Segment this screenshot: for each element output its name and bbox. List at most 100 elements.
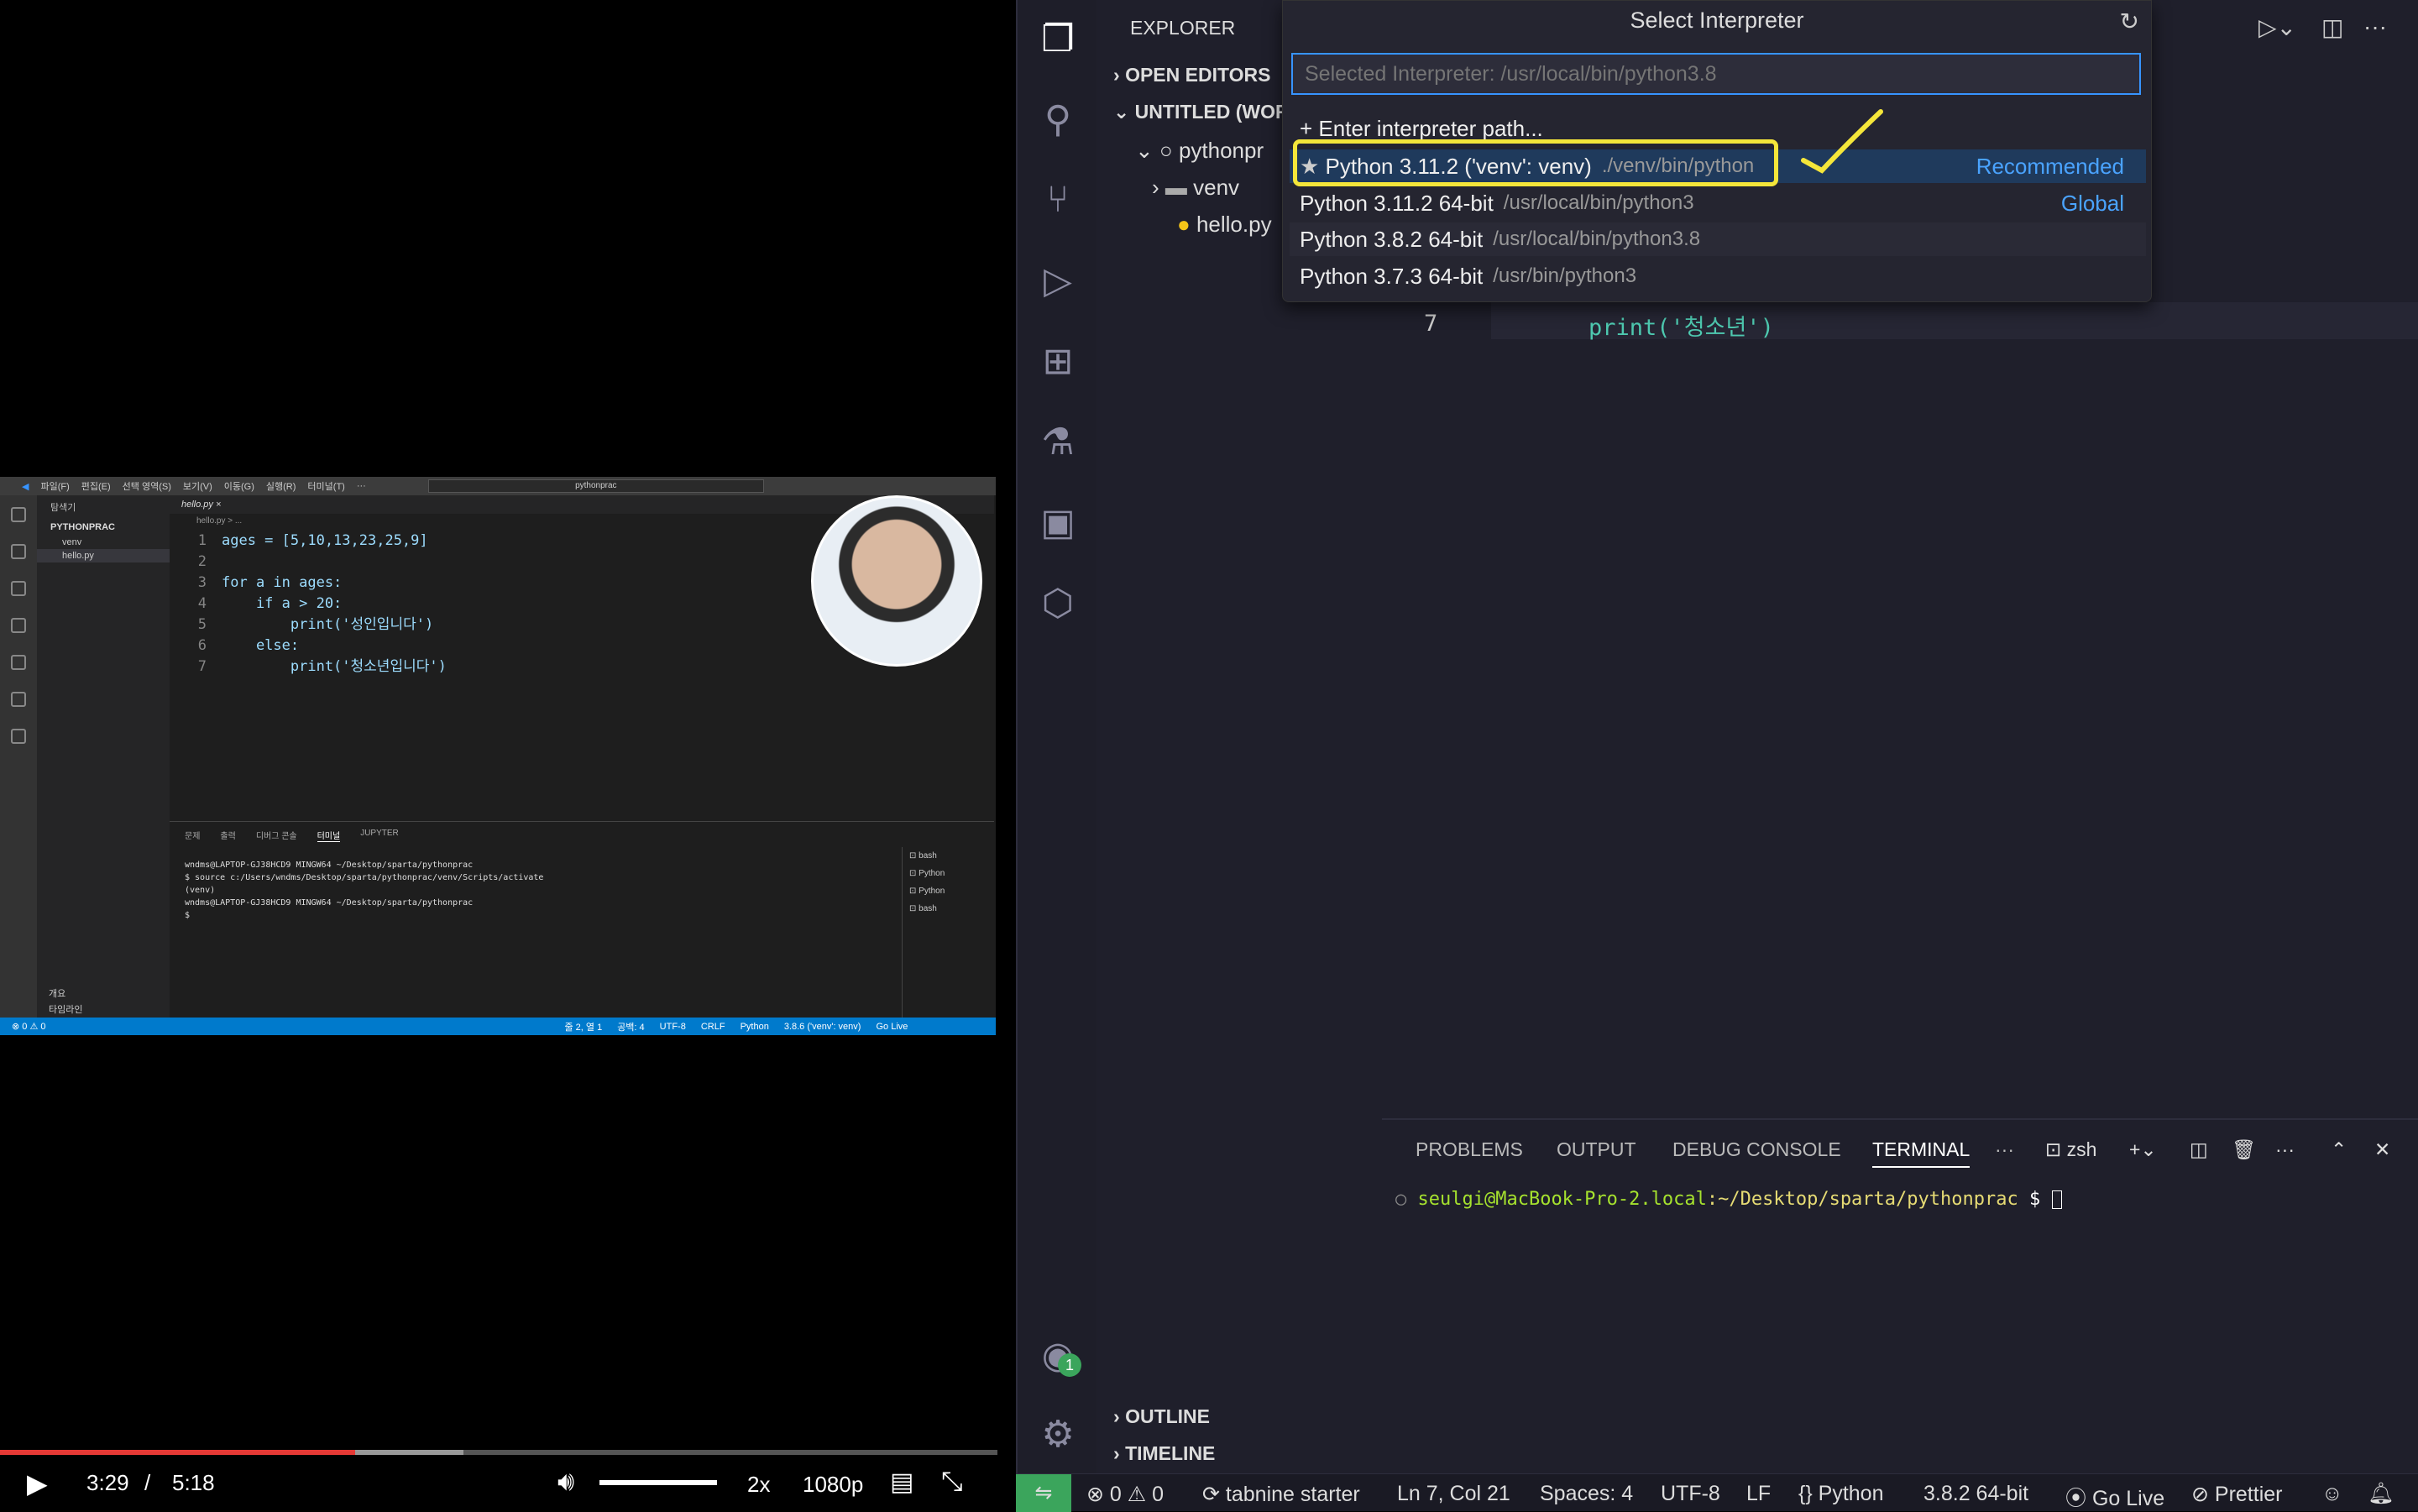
mini-status-position: 줄 2, 열 1 <box>564 1022 603 1033</box>
mini-terminal-list-item: ⊡ Python <box>909 869 945 878</box>
run-python-icon[interactable]: ▷⌄ <box>2258 13 2296 41</box>
prompt-user: seulgi@MacBook-Pro-2.local <box>1417 1189 1707 1210</box>
mini-debug-icon <box>11 618 26 633</box>
tab-terminal[interactable]: TERMINAL <box>1872 1138 1971 1168</box>
remote-indicator[interactable]: ⇋ <box>1016 1474 1071 1512</box>
mini-search-icon <box>11 544 26 559</box>
option-python-3-7[interactable]: Python 3.7.3 64-bit/usr/bin/python3 <box>1290 259 2146 293</box>
terminal-prompt[interactable]: ○ seulgi@MacBook-Pro-2.local:~/Desktop/s… <box>1395 1189 2062 1210</box>
option-python-3-8[interactable]: Python 3.8.2 64-bit/usr/local/bin/python… <box>1290 222 2146 256</box>
exit-fullscreen-icon[interactable]: ⤡ <box>941 1466 963 1498</box>
split-editor-icon[interactable]: ◫ <box>2321 13 2343 41</box>
mini-code: 1 ages = [5,10,13,23,25,9] 2 3 for a in ages… <box>170 531 447 678</box>
project-label: pythonpr <box>1178 138 1264 163</box>
cursor-position[interactable]: Ln 7, Col 21 <box>1397 1482 1510 1506</box>
code-text: print('청소년') <box>1588 315 1774 341</box>
kill-terminal-icon[interactable]: 🗑︎ <box>2232 1138 2256 1161</box>
workspace-section[interactable]: ⌄ UNTITLED (WOR <box>1113 101 1290 123</box>
eol[interactable]: LF <box>1746 1482 1771 1506</box>
close-panel-icon[interactable]: ✕ <box>2374 1138 2390 1161</box>
python-file-icon: ● <box>1177 212 1191 237</box>
tab-debug-console[interactable]: DEBUG CONSOLE <box>1672 1138 1841 1161</box>
run-debug-icon[interactable]: ▷ <box>1034 257 1081 304</box>
warning-icon: ⚠ <box>1127 1483 1147 1506</box>
mini-timeline: 타임라인 <box>49 1005 83 1015</box>
quality-button[interactable]: 1080p <box>803 1472 863 1498</box>
refresh-icon[interactable]: ↻ <box>2120 8 2139 35</box>
mini-tab-jupyter: JUPYTER <box>360 829 399 838</box>
time-separator: / <box>144 1470 151 1495</box>
volume-slider[interactable] <box>599 1480 717 1485</box>
notifications-bell-icon[interactable]: 🔔︎ <box>2368 1482 2394 1506</box>
terminal-shell[interactable]: ⊡ zsh <box>2045 1138 2096 1161</box>
bottom-panel: PROBLEMS OUTPUT DEBUG CONSOLE TERMINAL ·… <box>1382 1118 2418 1473</box>
mini-status-golive: Go Live <box>876 1021 908 1032</box>
maximize-panel-icon[interactable]: ⌃ <box>2331 1138 2347 1161</box>
interpreter-search-input[interactable] <box>1291 53 2141 95</box>
encoding[interactable]: UTF-8 <box>1661 1482 1720 1506</box>
venv-folder[interactable]: › ▬ venv <box>1152 175 1239 201</box>
option-label-3: Python 3.7.3 64-bit <box>1300 263 1484 289</box>
prettier[interactable]: ⊘ Prettier <box>2191 1482 2283 1507</box>
mini-terminal-list-item: ⊡ bash <box>909 851 937 861</box>
duration: 5:18 <box>172 1470 215 1495</box>
mini-line-number: 4 <box>197 595 207 612</box>
outline-section[interactable]: › OUTLINE <box>1113 1405 1210 1428</box>
split-terminal-icon[interactable]: ◫ <box>2190 1138 2208 1161</box>
explorer-icon[interactable]: ❐ <box>1034 15 1081 62</box>
tabnine-status[interactable]: ⟳ tabnine starter <box>1202 1482 1360 1507</box>
mini-line-text: for a in ages: <box>222 574 343 591</box>
video-player[interactable]: ◀ 파일(F) 편집(E) 선택 영역(S) 보기(V) 이동(G) 실행(R)… <box>0 0 1016 1511</box>
select-interpreter-quickpick: Select Interpreter ↻ + Enter interpreter… <box>1282 0 2152 302</box>
language-label: Python <box>1818 1482 1884 1505</box>
tab-output[interactable]: OUTPUT <box>1557 1138 1636 1161</box>
volume-icon[interactable]: 🔊︎ <box>557 1466 574 1498</box>
go-live[interactable]: ⦿ Go Live <box>2065 1482 2164 1512</box>
open-editors-section[interactable]: › OPEN EDITORS <box>1113 64 1270 86</box>
play-icon[interactable]: ▶ <box>27 1468 48 1499</box>
settings-gear-icon[interactable]: ⚙ <box>1034 1410 1081 1457</box>
vscode-window: ❐ ⚲ ⑂ ▷ ⊞ ⚗ ▣ ⬡ ◉ 1 ⚙ EXPLORER › OPEN ED… <box>1016 0 2418 1511</box>
option-python-3-11-global[interactable]: Python 3.11.2 64-bit/usr/local/bin/pytho… <box>1290 186 2146 220</box>
tab-problems[interactable]: PROBLEMS <box>1416 1138 1523 1161</box>
global-tag: Global <box>2060 190 2124 216</box>
accounts-badge: 1 <box>1058 1353 1081 1377</box>
speed-button[interactable]: 2x <box>747 1472 770 1498</box>
project-folder[interactable]: ⌄ ○ pythonpr <box>1135 138 1264 164</box>
braces-icon: {} <box>1798 1482 1813 1505</box>
extensions-icon[interactable]: ⊞ <box>1034 337 1081 385</box>
current-time: 3:29 <box>86 1470 129 1495</box>
video-progress-bar[interactable] <box>0 1450 997 1455</box>
new-terminal-icon[interactable]: +⌄ <box>2129 1138 2157 1161</box>
search-icon[interactable]: ⚲ <box>1034 96 1081 143</box>
panel-more-icon[interactable]: ··· <box>2275 1138 2295 1161</box>
terminal-icon: ⊡ <box>2045 1138 2062 1160</box>
source-control-icon[interactable]: ⑂ <box>1034 176 1081 223</box>
captions-icon[interactable]: ▤ <box>890 1468 913 1497</box>
mini-terminal-output: wndms@LAPTOP-GJ38HCD9 MINGW64 ~/Desktop/… <box>170 849 994 932</box>
mini-code-line: 5 print('성인입니다') <box>170 615 447 636</box>
feedback-icon[interactable]: ☺ <box>2321 1482 2343 1506</box>
tab-more[interactable]: ··· <box>1995 1138 2014 1161</box>
option-path-1: /usr/local/bin/python3 <box>1503 191 1694 214</box>
docker-icon[interactable]: ⬡ <box>1034 579 1081 626</box>
interpreter-status[interactable]: 3.8.2 64-bit <box>1923 1482 2028 1506</box>
mini-search-box: pythonprac <box>427 479 764 493</box>
remote-explorer-icon[interactable]: ▣ <box>1034 499 1081 546</box>
problems-status[interactable]: ⊗ 0 ⚠ 0 <box>1086 1482 1164 1507</box>
folder-icon: ▬ <box>1165 175 1187 200</box>
hello-file[interactable]: ● hello.py <box>1177 212 1272 238</box>
mini-menu-file: 파일(F) <box>40 482 70 492</box>
indentation[interactable]: Spaces: 4 <box>1540 1482 1633 1506</box>
testing-icon[interactable]: ⚗ <box>1034 418 1081 465</box>
more-actions-icon[interactable]: ··· <box>2363 13 2387 40</box>
language-mode[interactable]: {} Python <box>1798 1482 1884 1506</box>
mini-search-label: pythonprac <box>575 481 617 490</box>
mini-status-encoding: UTF-8 <box>659 1021 686 1032</box>
go-live-label: Go Live <box>2091 1487 2165 1510</box>
workspace-label: UNTITLED (WOR <box>1134 101 1290 123</box>
prettier-icon: ⊘ <box>2191 1483 2209 1506</box>
timeline-section[interactable]: › TIMELINE <box>1113 1442 1215 1465</box>
error-icon: ⊗ <box>1086 1483 1104 1506</box>
mini-status-interp: 3.8.6 ('venv': venv) <box>783 1021 861 1032</box>
